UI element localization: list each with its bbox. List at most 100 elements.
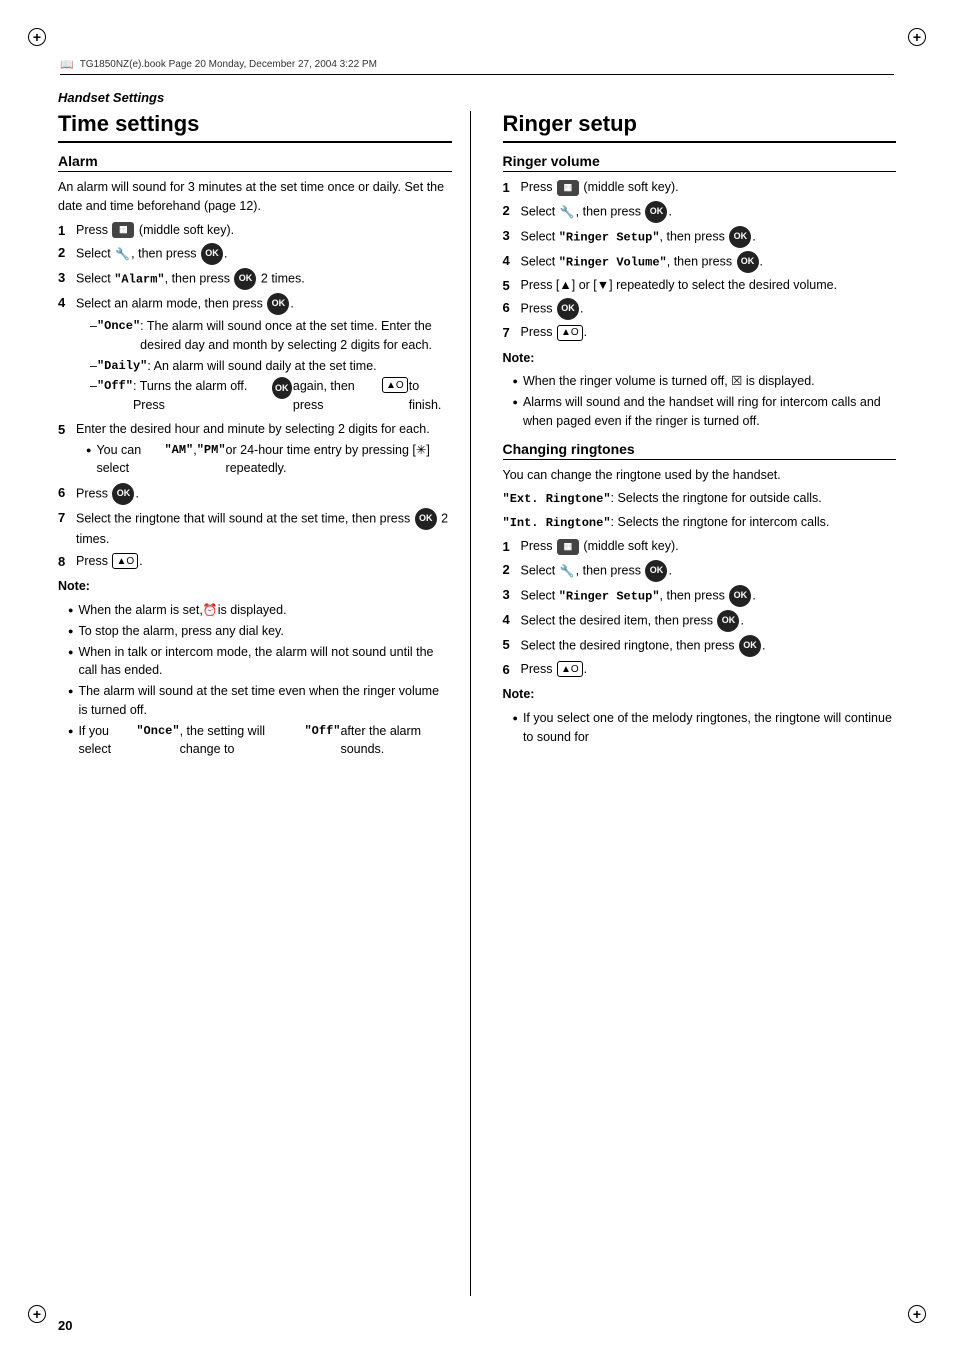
rv-step-3-content: Select "Ringer Setup", then press OK. — [521, 226, 897, 248]
ok-btn-4: OK — [267, 293, 289, 315]
rv-step-1: 1 Press ▦ (middle soft key). — [503, 178, 897, 198]
rv-step-6-content: Press OK. — [521, 298, 897, 320]
rv-step-5-content: Press [▲] or [▼] repeatedly to select th… — [521, 276, 897, 295]
alarm-step-4: 4 Select an alarm mode, then press OK. "… — [58, 293, 452, 417]
ringer-volume-notes-list: When the ringer volume is turned off, ☒ … — [513, 372, 897, 430]
alarm-step-6: 6 Press OK. — [58, 483, 452, 505]
alarm-mode-daily: "Daily": An alarm will sound daily at th… — [90, 357, 452, 376]
rv-note-1: When the ringer volume is turned off, ☒ … — [513, 372, 897, 391]
cr-ok-3: OK — [729, 585, 751, 607]
rv-ok-4: OK — [737, 251, 759, 273]
step-1-content: Press ▦ (middle soft key). — [76, 221, 452, 240]
alarm-note-4: The alarm will sound at the set time eve… — [68, 682, 452, 720]
alarm-subsection-title: Alarm — [58, 153, 452, 172]
step-num-1: 1 — [58, 221, 76, 241]
changing-ringtones-subsection-title: Changing ringtones — [503, 441, 897, 460]
int-ringtone-text: : Selects the ringtone for intercom call… — [611, 515, 830, 529]
changing-note-label: Note: — [503, 685, 897, 704]
rv-note-2: Alarms will sound and the handset will r… — [513, 393, 897, 431]
rv-step-num-5: 5 — [503, 276, 521, 296]
cr-step-num-1: 1 — [503, 537, 521, 557]
ext-ringtone-label: "Ext. Ringtone" — [503, 492, 611, 506]
alarm-step-5: 5 Enter the desired hour and minute by s… — [58, 420, 452, 480]
ok-btn-3: OK — [234, 268, 256, 290]
header-info-text: TG1850NZ(e).book Page 20 Monday, Decembe… — [80, 59, 377, 70]
cr-step-1-content: Press ▦ (middle soft key). — [521, 537, 897, 556]
reg-mark-tr — [908, 28, 926, 46]
alarm-note-1: When the alarm is set, ⏰ is displayed. — [68, 601, 452, 620]
rv-step-num-6: 6 — [503, 298, 521, 318]
step-num-5: 5 — [58, 420, 76, 440]
rv-step-num-1: 1 — [503, 178, 521, 198]
cr-step-3: 3 Select "Ringer Setup", then press OK. — [503, 585, 897, 607]
time-settings-title: Time settings — [58, 111, 452, 143]
step-5-bullets: You can select "AM", "PM" or 24-hour tim… — [86, 441, 452, 479]
alarm-note-5: If you select "Once", the setting will c… — [68, 722, 452, 760]
two-columns: Time settings Alarm An alarm will sound … — [58, 111, 896, 1296]
cr-func-btn-6: ▲O — [557, 661, 583, 677]
cr-step-5: 5 Select the desired ringtone, then pres… — [503, 635, 897, 657]
settings-icon-2: 🔧 — [115, 245, 130, 263]
step-7-content: Select the ringtone that will sound at t… — [76, 508, 452, 549]
step-8-content: Press ▲O. — [76, 552, 452, 571]
step-3-content: Select "Alarm", then press OK 2 times. — [76, 268, 452, 290]
left-column: Time settings Alarm An alarm will sound … — [58, 111, 471, 1296]
cr-step-4-content: Select the desired item, then press OK. — [521, 610, 897, 632]
step-num-7: 7 — [58, 508, 76, 528]
alarm-note-2: To stop the alarm, press any dial key. — [68, 622, 452, 641]
ok-btn-7: OK — [415, 508, 437, 530]
rv-step-1-content: Press ▦ (middle soft key). — [521, 178, 897, 197]
cr-step-num-5: 5 — [503, 635, 521, 655]
ok-btn-2: OK — [201, 243, 223, 265]
step-6-content: Press OK. — [76, 483, 452, 505]
soft-key-icon-1: ▦ — [112, 222, 134, 238]
ringer-volume-note-label: Note: — [503, 349, 897, 368]
func-btn-off: ▲O — [382, 377, 408, 393]
rv-step-2: 2 Select 🔧, then press OK. — [503, 201, 897, 223]
cr-soft-key-1: ▦ — [557, 539, 579, 555]
page-number: 20 — [58, 1318, 72, 1333]
cr-step-2-content: Select 🔧, then press OK. — [521, 560, 897, 582]
cr-ok-4: OK — [717, 610, 739, 632]
cr-step-4: 4 Select the desired item, then press OK… — [503, 610, 897, 632]
cr-step-num-3: 3 — [503, 585, 521, 605]
cr-note-1: If you select one of the melody ringtone… — [513, 709, 897, 747]
cr-step-1: 1 Press ▦ (middle soft key). — [503, 537, 897, 557]
ext-ringtone-desc: "Ext. Ringtone": Selects the ringtone fo… — [503, 489, 897, 508]
rv-ok-3: OK — [729, 226, 751, 248]
cr-step-6-content: Press ▲O. — [521, 660, 897, 679]
cr-step-5-content: Select the desired ringtone, then press … — [521, 635, 897, 657]
rv-soft-key-1: ▦ — [557, 180, 579, 196]
alarm-step-8: 8 Press ▲O. — [58, 552, 452, 572]
ok-btn-6: OK — [112, 483, 134, 505]
rv-ok-6: OK — [557, 298, 579, 320]
book-icon: 📖 — [60, 58, 74, 71]
rv-step-num-4: 4 — [503, 251, 521, 271]
rv-step-num-2: 2 — [503, 201, 521, 221]
cr-step-6: 6 Press ▲O. — [503, 660, 897, 680]
alarm-step-3: 3 Select "Alarm", then press OK 2 times. — [58, 268, 452, 290]
step-num-8: 8 — [58, 552, 76, 572]
alarm-intro: An alarm will sound for 3 minutes at the… — [58, 178, 452, 216]
cr-step-2: 2 Select 🔧, then press OK. — [503, 560, 897, 582]
alarm-note-3: When in talk or intercom mode, the alarm… — [68, 643, 452, 681]
alarm-steps-list: 1 Press ▦ (middle soft key). 2 Select 🔧,… — [58, 221, 452, 572]
rv-ok-2: OK — [645, 201, 667, 223]
alarm-mode-off: "Off": Turns the alarm off. Press OK aga… — [90, 377, 452, 415]
alarm-mode-once: "Once": The alarm will sound once at the… — [90, 317, 452, 355]
alarm-notes-list: When the alarm is set, ⏰ is displayed. T… — [68, 601, 452, 759]
rv-step-7-content: Press ▲O. — [521, 323, 897, 342]
rv-step-7: 7 Press ▲O. — [503, 323, 897, 343]
alarm-note-label: Note: — [58, 577, 452, 596]
alarm-step-7: 7 Select the ringtone that will sound at… — [58, 508, 452, 549]
step-num-2: 2 — [58, 243, 76, 263]
changing-ringtones-notes-list: If you select one of the melody ringtone… — [513, 709, 897, 747]
rv-step-num-3: 3 — [503, 226, 521, 246]
cr-step-num-4: 4 — [503, 610, 521, 630]
rv-step-2-content: Select 🔧, then press OK. — [521, 201, 897, 223]
step-4-content: Select an alarm mode, then press OK. "On… — [76, 293, 452, 417]
cr-ok-2: OK — [645, 560, 667, 582]
rv-step-3: 3 Select "Ringer Setup", then press OK. — [503, 226, 897, 248]
ext-ringtone-text: : Selects the ringtone for outside calls… — [611, 491, 822, 505]
step-2-content: Select 🔧, then press OK. — [76, 243, 452, 265]
